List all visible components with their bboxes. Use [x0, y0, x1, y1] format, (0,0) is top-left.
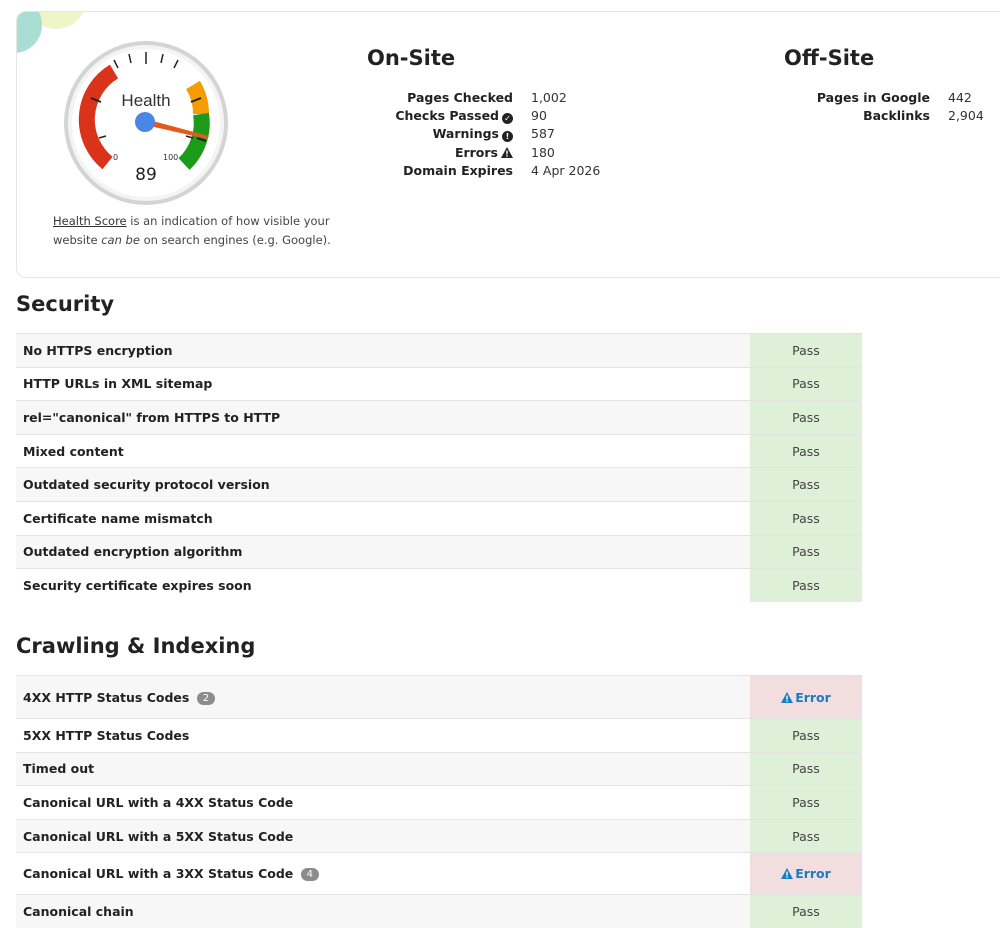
warning-triangle-icon — [501, 146, 513, 158]
stat-value: 180 — [531, 144, 555, 160]
health-caption: Health Score is an indication of how vis… — [53, 212, 333, 250]
check-name: Outdated security protocol version — [16, 467, 750, 502]
gauge-max-label: 100 — [163, 153, 178, 162]
stat-row-warnings: Warnings! 587 — [367, 125, 600, 143]
check-name: No HTTPS encryption — [16, 333, 750, 368]
warning-triangle-icon — [781, 868, 794, 880]
status-pass: Pass — [750, 467, 862, 502]
stat-row-pages-in-google: Pages in Google 442 — [784, 89, 984, 107]
crawling-checks-table: 4XX HTTP Status Codes 2 Error 5XX HTTP S… — [16, 675, 862, 928]
status-pass: Pass — [750, 366, 862, 401]
site-summary-card: Health 0 100 89 Health Score is an indic… — [16, 11, 1000, 278]
status-pass: Pass — [750, 500, 862, 536]
check-name: Canonical URL with a 3XX Status Code — [23, 866, 294, 882]
stat-label: Pages Checked — [407, 90, 513, 105]
check-name: Canonical chain — [16, 894, 750, 928]
table-row[interactable]: Certificate name mismatch Pass — [16, 500, 862, 536]
stat-label: Pages in Google — [816, 90, 930, 105]
stat-value: 587 — [531, 126, 555, 142]
stat-label: Backlinks — [863, 108, 930, 124]
status-pass: Pass — [750, 400, 862, 435]
stat-label: Warnings — [432, 126, 499, 142]
table-row[interactable]: rel="canonical" from HTTPS to HTTP Pass — [16, 400, 862, 435]
onsite-stats: Pages Checked 1,002 Checks Passed ✓ 90 Wa… — [367, 89, 600, 180]
status-pass: Pass — [750, 333, 862, 368]
health-gauge: Health 0 100 89 — [64, 41, 228, 205]
gauge-label: Health — [121, 91, 170, 110]
status-pass: Pass — [750, 568, 862, 603]
gauge-min-label: 0 — [113, 153, 118, 162]
check-name: Certificate name mismatch — [16, 500, 750, 536]
status-pass: Pass — [750, 894, 862, 928]
stat-value: 442 — [948, 90, 972, 105]
issue-count-badge: 2 — [196, 691, 216, 705]
table-row[interactable]: 4XX HTTP Status Codes 2 Error — [16, 675, 862, 719]
status-pass: Pass — [750, 818, 862, 853]
check-name: HTTP URLs in XML sitemap — [16, 366, 750, 401]
status-pass: Pass — [750, 433, 862, 468]
table-row[interactable]: Canonical URL with a 4XX Status Code Pass — [16, 785, 862, 820]
stat-value: 4 Apr 2026 — [531, 162, 601, 178]
check-name: Canonical URL with a 5XX Status Code — [16, 818, 750, 853]
check-name: 4XX HTTP Status Codes — [23, 689, 190, 705]
onsite-title: On-Site — [367, 46, 456, 70]
check-name: Outdated encryption algorithm — [16, 534, 750, 569]
stat-row-checks-passed: Checks Passed ✓ 90 — [367, 107, 600, 125]
check-name: Timed out — [16, 751, 750, 786]
stat-value: 90 — [531, 108, 547, 124]
stat-row-domain-expires: Domain Expires 4 Apr 2026 — [367, 162, 600, 180]
status-pass: Pass — [750, 751, 862, 786]
status-error-label: Error — [795, 866, 831, 882]
stat-label: Checks Passed — [395, 108, 499, 124]
stat-value: 2,904 — [948, 108, 984, 124]
check-name: Security certificate expires soon — [16, 568, 750, 603]
stat-value: 1,002 — [531, 90, 567, 105]
status-error[interactable]: Error — [750, 852, 862, 895]
table-row[interactable]: 5XX HTTP Status Codes Pass — [16, 718, 862, 753]
health-score-value: 89 — [135, 165, 157, 185]
caption-text-2: on search engines (e.g. Google). — [139, 233, 331, 247]
crawling-section-title: Crawling & Indexing — [16, 634, 256, 658]
table-row[interactable]: Outdated security protocol version Pass — [16, 467, 862, 502]
check-name: 5XX HTTP Status Codes — [16, 718, 750, 753]
exclamation-circle-icon: ! — [502, 131, 513, 143]
status-pass: Pass — [750, 534, 862, 569]
offsite-stats: Pages in Google 442 Backlinks 2,904 — [784, 89, 984, 125]
check-name: Canonical URL with a 4XX Status Code — [16, 785, 750, 820]
table-row[interactable]: Outdated encryption algorithm Pass — [16, 534, 862, 569]
table-row[interactable]: Canonical URL with a 3XX Status Code 4 E… — [16, 852, 862, 895]
table-row[interactable]: No HTTPS encryption Pass — [16, 333, 862, 368]
table-row[interactable]: Timed out Pass — [16, 751, 862, 786]
security-checks-table: No HTTPS encryption Pass HTTP URLs in XML… — [16, 333, 862, 603]
health-score-link[interactable]: Health Score — [53, 214, 127, 228]
stat-label: Errors — [454, 144, 498, 160]
caption-emphasis: can be — [101, 233, 140, 247]
stat-row-pages-checked: Pages Checked 1,002 — [367, 89, 600, 107]
table-row[interactable]: Security certificate expires soon Pass — [16, 568, 862, 603]
table-row[interactable]: Mixed content Pass — [16, 433, 862, 468]
table-row[interactable]: HTTP URLs in XML sitemap Pass — [16, 366, 862, 401]
offsite-title: Off-Site — [784, 46, 875, 70]
check-circle-icon: ✓ — [502, 113, 513, 125]
check-name: Mixed content — [16, 433, 750, 468]
security-section-title: Security — [16, 292, 115, 316]
stat-row-backlinks: Backlinks 2,904 — [784, 107, 984, 125]
status-pass: Pass — [750, 718, 862, 753]
warning-triangle-icon — [781, 691, 794, 703]
stat-label: Domain Expires — [403, 162, 513, 178]
stat-row-errors: Errors 180 — [367, 144, 600, 162]
status-pass: Pass — [750, 785, 862, 820]
table-row[interactable]: Canonical chain Pass — [16, 894, 862, 928]
issue-count-badge: 4 — [300, 868, 320, 882]
check-name: rel="canonical" from HTTPS to HTTP — [16, 400, 750, 435]
status-error[interactable]: Error — [750, 675, 862, 719]
table-row[interactable]: Canonical URL with a 5XX Status Code Pass — [16, 818, 862, 853]
status-error-label: Error — [795, 689, 831, 705]
